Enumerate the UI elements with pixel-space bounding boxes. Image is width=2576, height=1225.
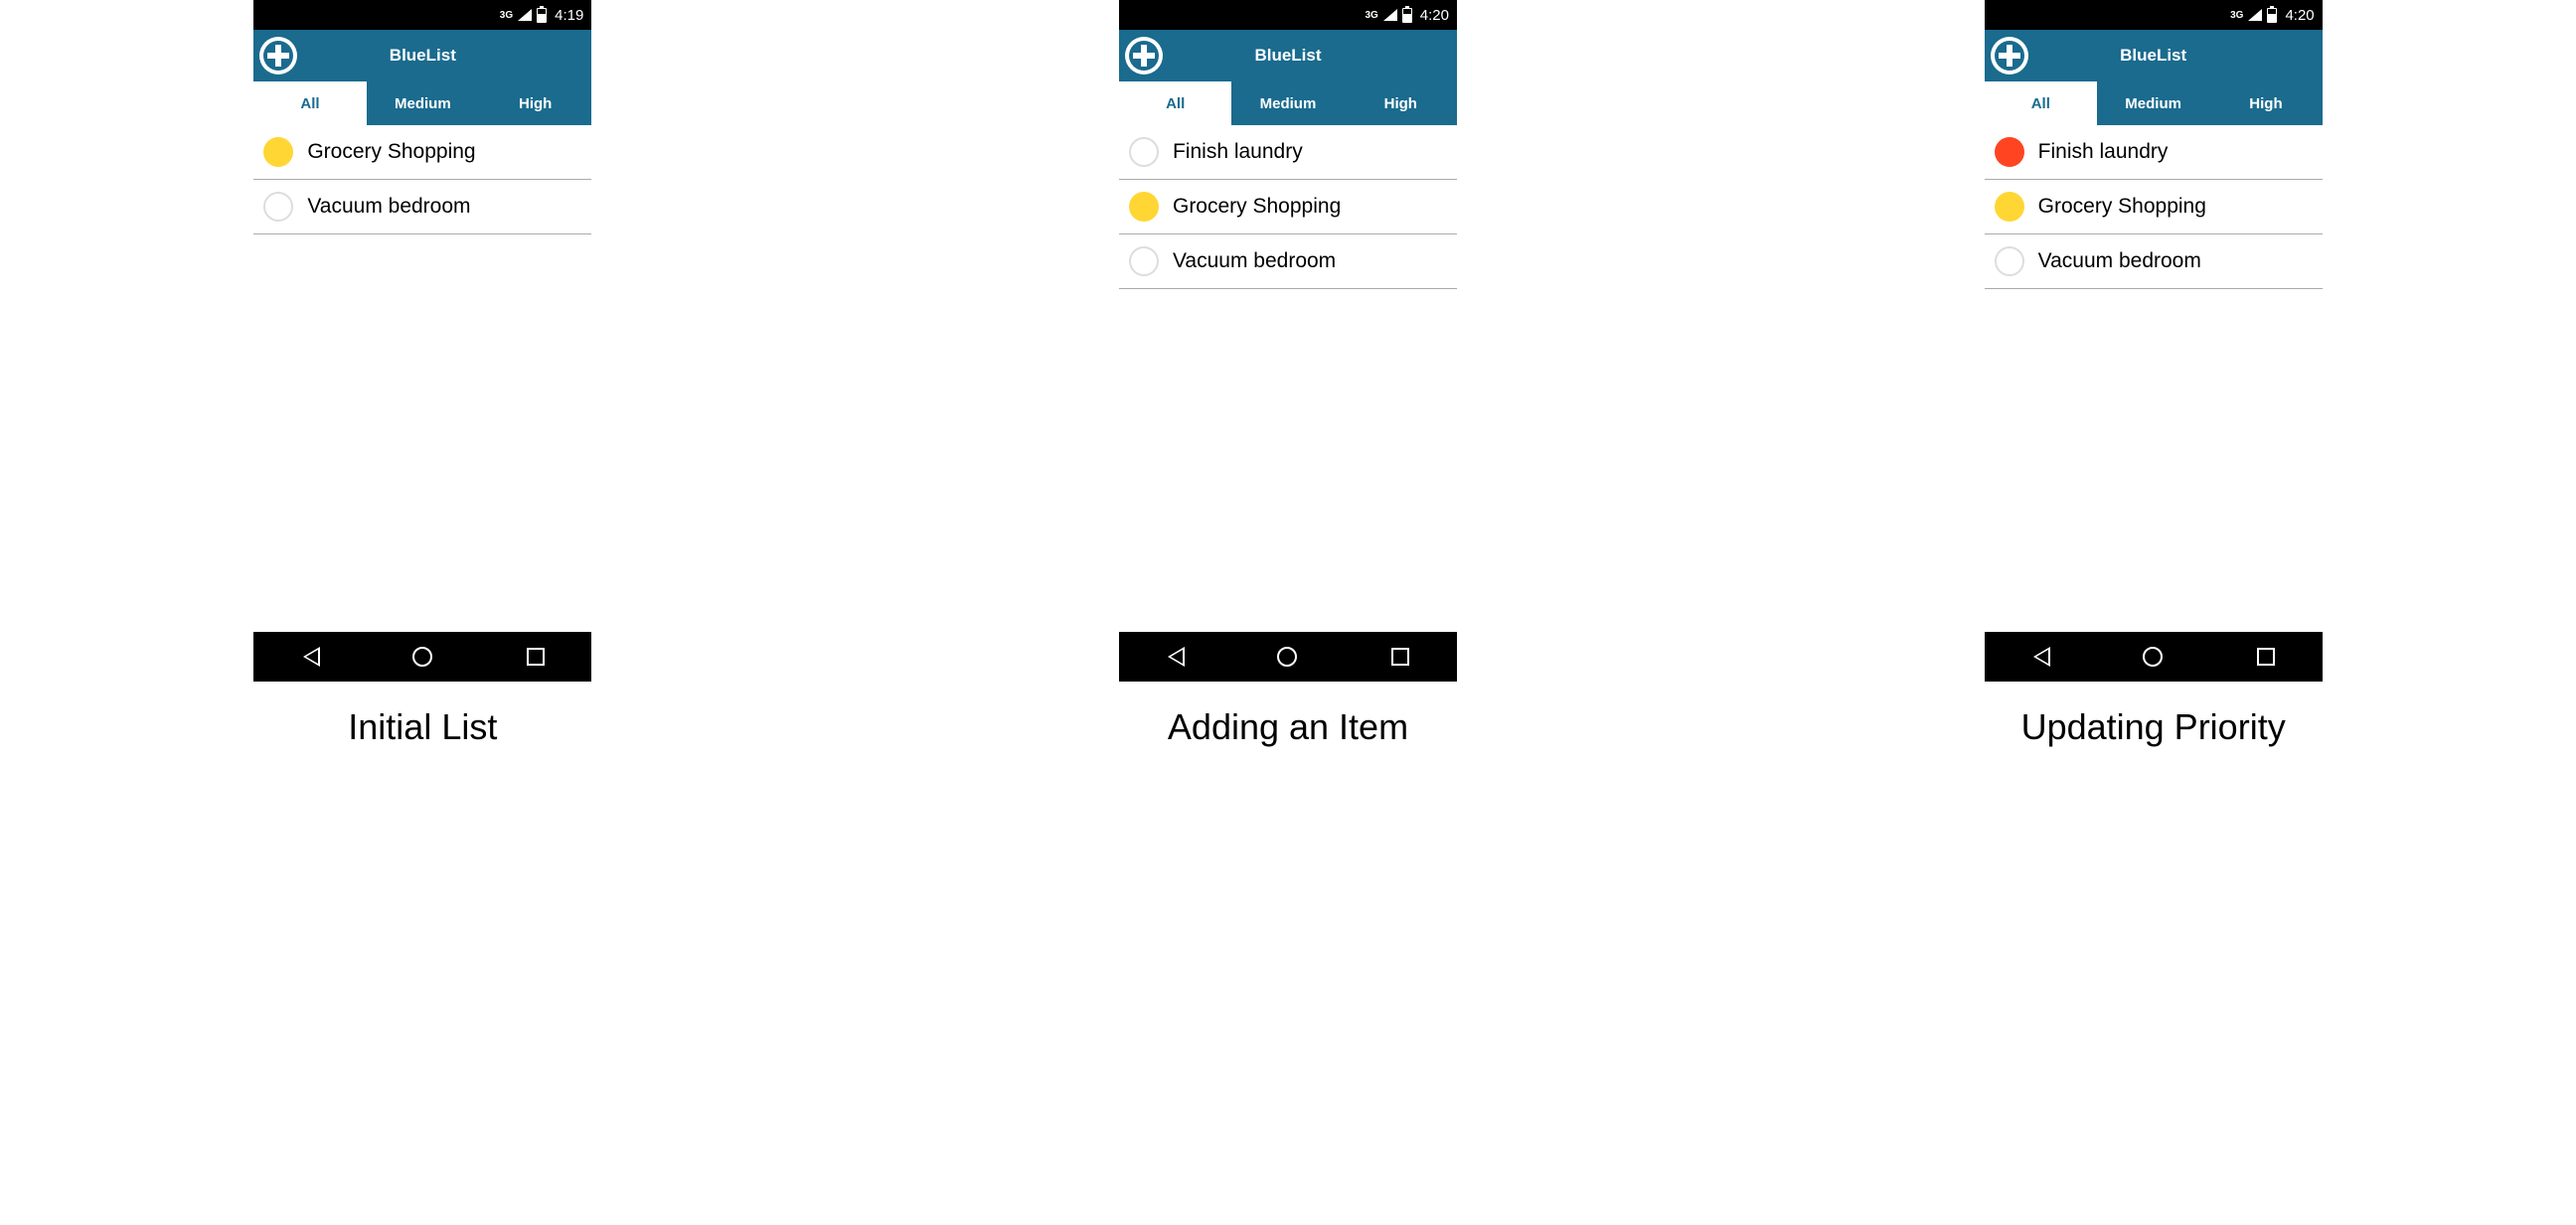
screen-initial-list: 3G 4:19 BlueList All Medium High Grocery… — [253, 0, 591, 748]
phone-screen: 3G 4:20 BlueList All Medium High Finish … — [1119, 0, 1457, 682]
caption: Initial List — [348, 706, 497, 748]
app-header: BlueList — [1985, 30, 2323, 81]
priority-dot-icon[interactable] — [1995, 246, 2024, 276]
caption: Updating Priority — [2021, 706, 2286, 748]
app-title: BlueList — [390, 46, 456, 66]
phone-screen: 3G 4:19 BlueList All Medium High Grocery… — [253, 0, 591, 682]
priority-dot-icon[interactable] — [1995, 192, 2024, 222]
priority-dot-icon[interactable] — [1129, 192, 1159, 222]
android-nav-bar — [1985, 632, 2323, 682]
tab-high[interactable]: High — [1345, 81, 1457, 125]
item-text: Grocery Shopping — [307, 140, 475, 164]
screen-adding-item: 3G 4:20 BlueList All Medium High Finish … — [1119, 0, 1457, 748]
android-nav-bar — [253, 632, 591, 682]
battery-icon — [2267, 8, 2277, 23]
add-button[interactable] — [1991, 37, 2028, 75]
tab-all[interactable]: All — [253, 81, 366, 125]
priority-dot-icon[interactable] — [1995, 137, 2024, 167]
task-list: Finish laundry Grocery Shopping Vacuum b… — [1985, 125, 2323, 622]
priority-dot-icon[interactable] — [263, 137, 293, 167]
plus-icon — [262, 40, 294, 72]
app-title: BlueList — [2120, 46, 2186, 66]
clock: 4:19 — [555, 7, 583, 24]
add-button[interactable] — [259, 37, 297, 75]
tab-medium[interactable]: Medium — [2097, 81, 2209, 125]
signal-icon — [518, 9, 532, 21]
priority-dot-icon[interactable] — [1129, 137, 1159, 167]
status-bar: 3G 4:20 — [1985, 0, 2323, 30]
item-text: Finish laundry — [1173, 140, 1303, 164]
network-indicator: 3G — [500, 10, 513, 21]
app-title: BlueList — [1254, 46, 1321, 66]
tab-high[interactable]: High — [2209, 81, 2322, 125]
tab-all[interactable]: All — [1985, 81, 2097, 125]
app-header: BlueList — [253, 30, 591, 81]
list-item[interactable]: Grocery Shopping — [1119, 180, 1457, 234]
plus-icon — [1994, 40, 2025, 72]
tab-bar: All Medium High — [1119, 81, 1457, 125]
app-header: BlueList — [1119, 30, 1457, 81]
signal-icon — [2248, 9, 2262, 21]
plus-icon — [1128, 40, 1160, 72]
item-text: Vacuum bedroom — [1173, 249, 1336, 273]
battery-icon — [1402, 8, 1412, 23]
status-bar: 3G 4:20 — [1119, 0, 1457, 30]
recent-button[interactable] — [1391, 648, 1409, 666]
item-text: Vacuum bedroom — [2038, 249, 2201, 273]
priority-dot-icon[interactable] — [1129, 246, 1159, 276]
clock: 4:20 — [1420, 7, 1449, 24]
network-indicator: 3G — [1365, 10, 1377, 21]
list-item[interactable]: Finish laundry — [1985, 125, 2323, 180]
task-list: Finish laundry Grocery Shopping Vacuum b… — [1119, 125, 1457, 622]
item-text: Finish laundry — [2038, 140, 2169, 164]
list-item[interactable]: Vacuum bedroom — [1119, 234, 1457, 289]
back-button[interactable] — [1166, 647, 1183, 667]
tab-all[interactable]: All — [1119, 81, 1231, 125]
home-button[interactable] — [1277, 647, 1297, 667]
list-item[interactable]: Vacuum bedroom — [253, 180, 591, 234]
list-item[interactable]: Grocery Shopping — [1985, 180, 2323, 234]
task-list: Grocery Shopping Vacuum bedroom — [253, 125, 591, 622]
item-text: Vacuum bedroom — [307, 195, 470, 219]
back-button[interactable] — [2031, 647, 2048, 667]
tab-medium[interactable]: Medium — [1231, 81, 1344, 125]
android-nav-bar — [1119, 632, 1457, 682]
caption: Adding an Item — [1168, 706, 1408, 748]
tab-medium[interactable]: Medium — [367, 81, 479, 125]
battery-icon — [537, 8, 547, 23]
list-item[interactable]: Grocery Shopping — [253, 125, 591, 180]
screen-updating-priority: 3G 4:20 BlueList All Medium High Finish … — [1985, 0, 2323, 748]
clock: 4:20 — [2285, 7, 2314, 24]
item-text: Grocery Shopping — [2038, 195, 2206, 219]
add-button[interactable] — [1125, 37, 1163, 75]
list-item[interactable]: Vacuum bedroom — [1985, 234, 2323, 289]
network-indicator: 3G — [2230, 10, 2243, 21]
status-bar: 3G 4:19 — [253, 0, 591, 30]
home-button[interactable] — [412, 647, 432, 667]
list-item[interactable]: Finish laundry — [1119, 125, 1457, 180]
recent-button[interactable] — [2257, 648, 2275, 666]
priority-dot-icon[interactable] — [263, 192, 293, 222]
item-text: Grocery Shopping — [1173, 195, 1341, 219]
tab-high[interactable]: High — [479, 81, 591, 125]
recent-button[interactable] — [527, 648, 545, 666]
back-button[interactable] — [301, 647, 318, 667]
signal-icon — [1383, 9, 1397, 21]
phone-screen: 3G 4:20 BlueList All Medium High Finish … — [1985, 0, 2323, 682]
tab-bar: All Medium High — [1985, 81, 2323, 125]
tab-bar: All Medium High — [253, 81, 591, 125]
home-button[interactable] — [2143, 647, 2163, 667]
